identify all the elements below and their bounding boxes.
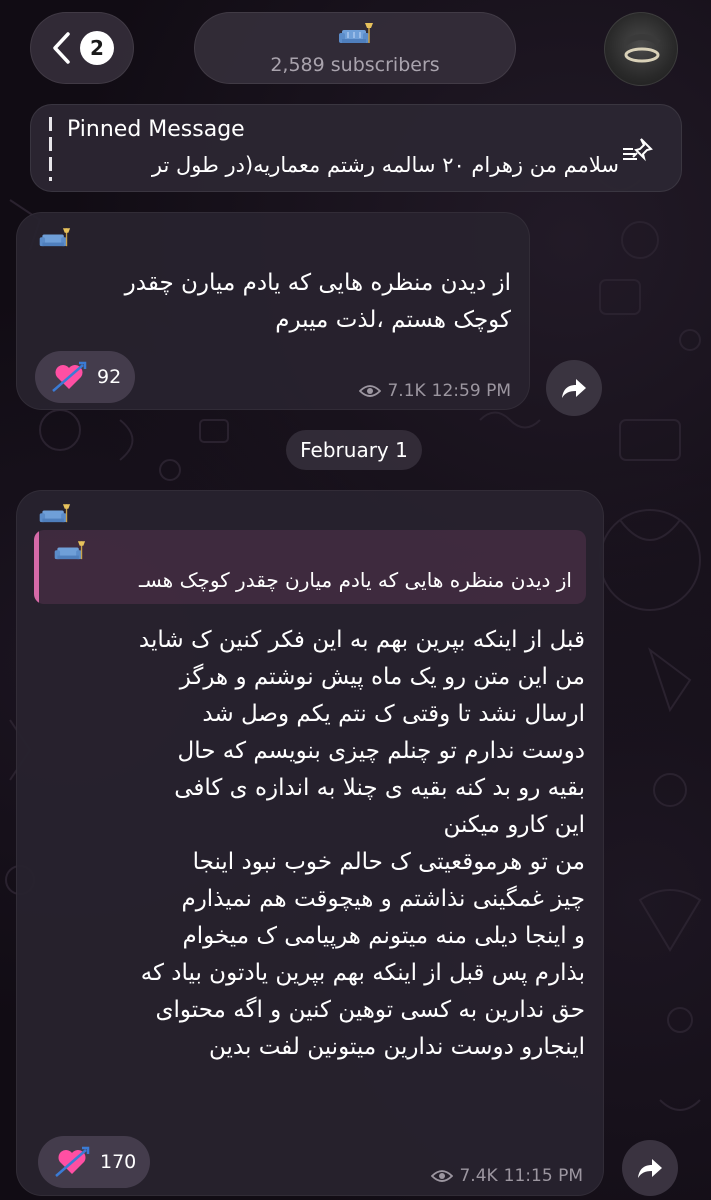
- message-line: ارسال نشد تا وقتی ک نتم یکم وصل شد: [202, 701, 585, 727]
- reply-quote[interactable]: از دیدن منظره هایی که یادم میارن چقدر کو…: [34, 530, 586, 604]
- pinned-title: Pinned Message: [67, 117, 245, 142]
- back-button[interactable]: 2: [30, 12, 134, 84]
- heart-arrow-icon: [52, 361, 87, 392]
- reaction-count: 92: [97, 366, 122, 388]
- message-line: این کارو میکنن: [443, 812, 585, 838]
- sofa-icon: [39, 504, 71, 523]
- sofa-icon: [39, 228, 71, 247]
- date-divider: February 1: [286, 430, 422, 470]
- message-line: قبل از اینکه بپرین بهم به این فکر کنین ک…: [138, 627, 585, 653]
- avatar-image: [623, 34, 661, 63]
- sofa-icon: [339, 23, 373, 43]
- message-time: 12:59 PM: [431, 381, 511, 401]
- message-line: اینجارو دوست ندارین میتونین لفت بدین: [209, 1034, 585, 1060]
- share-arrow-icon: [638, 1159, 662, 1178]
- message-text: از دیدن منظره هایی که یادم میارن چقدر کو…: [31, 265, 511, 339]
- pinned-message-bar[interactable]: Pinned Message سلامم من زهرام ۲۰ سالمه ر…: [30, 104, 682, 192]
- channel-avatar[interactable]: [604, 12, 678, 86]
- message-meta: 7.1K 12:59 PM: [359, 381, 511, 401]
- message-line: من تو هرموقعیتی ک حالم خوب نبود اینجا: [192, 849, 585, 875]
- message-line: از دیدن منظره هایی که یادم میارن چقدر: [124, 270, 511, 296]
- unread-badge: 2: [80, 31, 114, 65]
- view-count: 7.1K: [387, 381, 426, 401]
- chevron-left-icon: [53, 32, 70, 64]
- message-line: بقیه رو بد کنه بقیه ی چنلا به اندازه ی ک…: [174, 775, 585, 801]
- channel-title-pill[interactable]: 2,589 subscribers: [194, 12, 516, 84]
- reaction-chip[interactable]: 92: [35, 351, 136, 403]
- pinned-text: سلامم من زهرام ۲۰ سالمه رشتم معماریه(در …: [151, 153, 619, 177]
- message-line: حق ندارین به کسی توهین کنین و اگه محتوای: [155, 997, 586, 1023]
- view-count: 7.4K: [459, 1166, 498, 1186]
- reply-quote-bar: [34, 530, 39, 604]
- sofa-icon: [54, 541, 86, 560]
- reaction-count: 170: [100, 1151, 137, 1173]
- message-line: دوست ندارم تو چنلم چیزی بنویسم که حال: [177, 738, 585, 764]
- message-line: و اینجا دیلی منه میتونم هرپیامی ک میخوام: [182, 923, 585, 949]
- reply-quote-text: از دیدن منظره هایی که یادم میارن چقدر کو…: [138, 568, 572, 592]
- pinned-indicator: [49, 117, 52, 181]
- share-arrow-icon: [562, 379, 586, 398]
- pin-list-icon[interactable]: [621, 135, 657, 165]
- message-text: قبل از اینکه بپرین بهم به این فکر کنین ک…: [25, 622, 585, 1066]
- subscriber-count: 2,589 subscribers: [270, 54, 440, 76]
- message-line: کوچک هستم ،لذت میبرم: [275, 307, 511, 333]
- eye-icon: [359, 385, 382, 397]
- message-time: 11:15 PM: [503, 1166, 583, 1186]
- message-line: چیز غمگینی نذاشتم و هیچوقت هم نمیذارم: [181, 886, 585, 912]
- message-line: من این متن رو یک ماه پیش نوشتم و هرگز: [179, 664, 585, 690]
- message-meta: 7.4K 11:15 PM: [431, 1166, 583, 1186]
- message-bubble[interactable]: از دیدن منظره هایی که یادم میارن چقدر کو…: [16, 212, 530, 410]
- heart-arrow-icon: [55, 1146, 90, 1177]
- message-line: بذارم پس قبل از اینکه بهم بپرین یادتون ب…: [140, 960, 585, 986]
- share-button[interactable]: [622, 1140, 678, 1196]
- share-button[interactable]: [546, 360, 602, 416]
- eye-icon: [431, 1170, 454, 1182]
- reaction-chip[interactable]: 170: [38, 1136, 151, 1188]
